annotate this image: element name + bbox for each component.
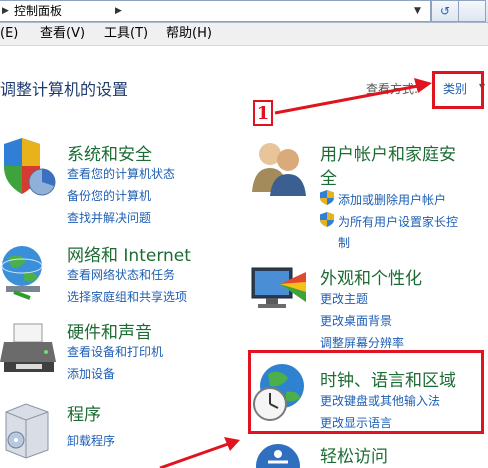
menu-tools[interactable]: 工具(T) (104, 23, 148, 45)
category-system-security[interactable]: 系统和安全 (67, 140, 152, 165)
link-network-status[interactable]: 查看网络状态和任务 (67, 266, 175, 283)
category-user-accounts[interactable]: 用户帐户和家庭安 (320, 140, 456, 165)
link-add-remove-accounts[interactable]: 添加或删除用户帐户 (338, 191, 446, 208)
link-change-theme[interactable]: 更改主题 (320, 290, 368, 307)
uac-shield-icon (320, 190, 334, 205)
annotation-arrowhead (224, 437, 240, 451)
printer-icon (0, 323, 56, 372)
link-view-computer-status[interactable]: 查看您的计算机状态 (67, 165, 175, 182)
uac-shield-icon (320, 212, 334, 227)
refresh-icon: ↺ (439, 4, 451, 18)
menu-view[interactable]: 查看(V) (40, 23, 85, 45)
link-homegroup-sharing[interactable]: 选择家庭组和共享选项 (67, 288, 187, 305)
menu-help[interactable]: 帮助(H) (166, 23, 212, 45)
link-uninstall-program[interactable]: 卸载程序 (67, 432, 115, 449)
page-title: 调整计算机的设置 (0, 80, 129, 99)
annotation-arrow-to-clock (159, 442, 229, 468)
highlight-view-by (432, 71, 484, 109)
link-parental-controls-wrap[interactable]: 制 (338, 234, 350, 251)
annotation-step-marker: 1 (253, 100, 273, 126)
breadcrumb-control-panel[interactable]: 控制面板 (14, 1, 62, 21)
menu-edit[interactable]: (E) (0, 23, 18, 45)
category-programs[interactable]: 程序 (67, 400, 101, 425)
category-ease-of-access[interactable]: 轻松访问 (320, 442, 388, 467)
category-appearance[interactable]: 外观和个性化 (320, 264, 422, 289)
link-troubleshoot[interactable]: 查找并解决问题 (67, 209, 151, 226)
link-desktop-background[interactable]: 更改桌面背景 (320, 312, 392, 329)
link-devices-printers[interactable]: 查看设备和打印机 (67, 343, 163, 360)
breadcrumb-arrow-icon[interactable]: ▶ (115, 1, 122, 21)
shield-pie-icon (4, 138, 56, 196)
ease-of-access-icon (256, 444, 300, 468)
search-box[interactable] (458, 0, 486, 22)
link-add-device[interactable]: 添加设备 (67, 365, 115, 382)
users-icon (252, 143, 306, 196)
category-hardware-sound[interactable]: 硬件和声音 (67, 318, 152, 343)
address-dropdown-icon[interactable]: ▼ (414, 1, 421, 21)
network-globe-icon (1, 246, 43, 300)
address-field[interactable]: ▶ 控制面板 ▶ ▼ (0, 0, 431, 22)
address-bar: ▶ 控制面板 ▶ ▼ ↺ (0, 0, 488, 23)
programs-box-icon (5, 403, 49, 459)
refresh-button[interactable]: ↺ (431, 0, 459, 22)
view-by-label: 查看方式: (366, 82, 419, 96)
highlight-clock-language-region (248, 350, 484, 434)
category-network-internet[interactable]: 网络和 Internet (67, 241, 191, 266)
link-backup-computer[interactable]: 备份您的计算机 (67, 187, 151, 204)
monitor-palette-icon (251, 267, 306, 308)
link-parental-controls[interactable]: 为所有用户设置家长控 (338, 213, 458, 230)
category-user-accounts-wrap[interactable]: 全 (320, 164, 337, 189)
menu-bar: (E) 查看(V) 工具(T) 帮助(H) (0, 23, 488, 46)
breadcrumb-arrow-icon[interactable]: ▶ (2, 1, 9, 21)
link-screen-resolution[interactable]: 调整屏幕分辨率 (320, 334, 404, 351)
